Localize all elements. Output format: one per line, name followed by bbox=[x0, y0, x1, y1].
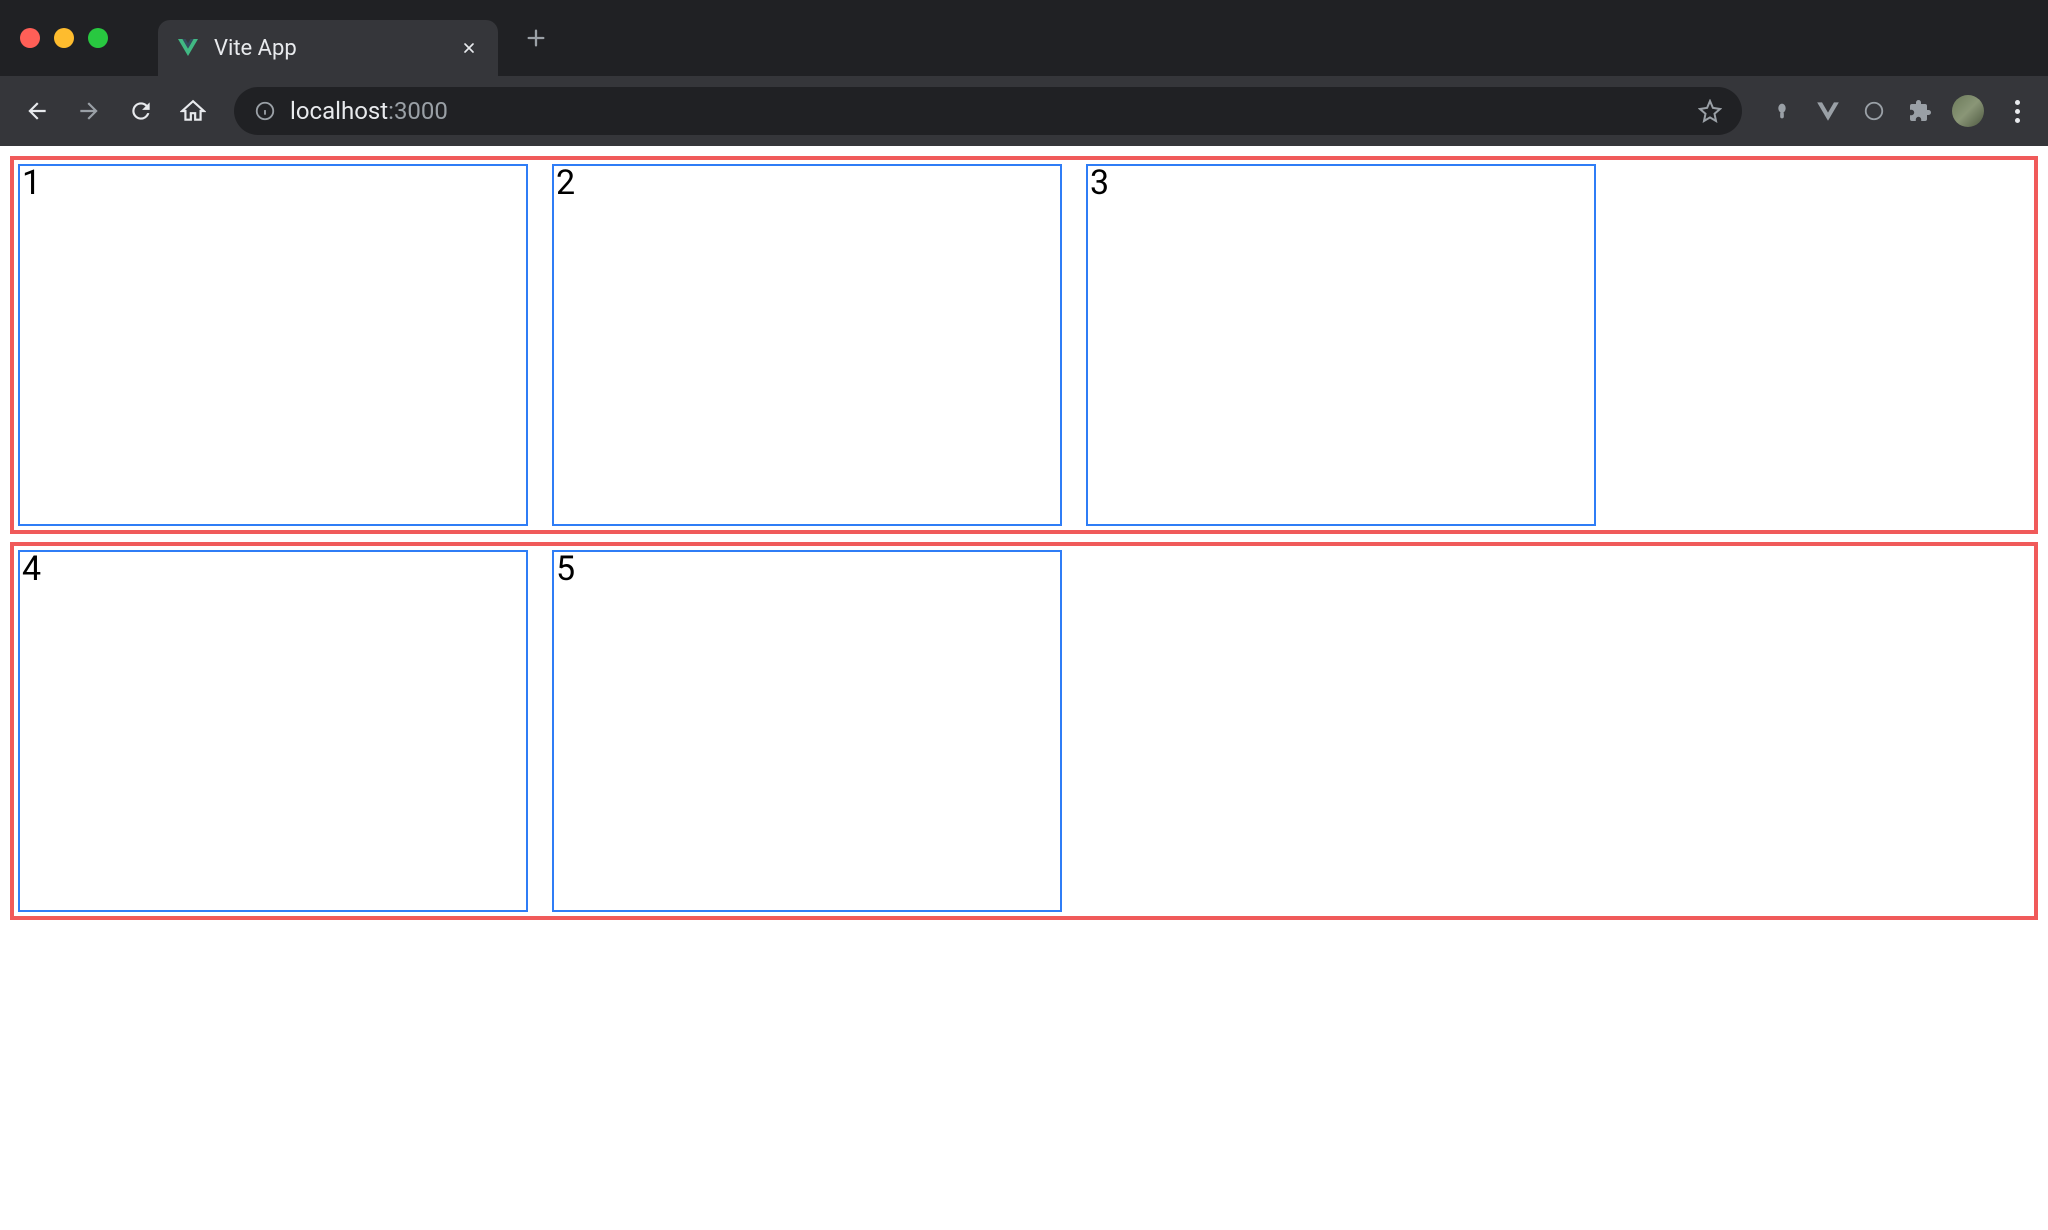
extension-icon-3[interactable] bbox=[1860, 97, 1888, 125]
forward-button[interactable] bbox=[68, 90, 110, 132]
flex-row: 45 bbox=[10, 542, 2038, 920]
new-tab-button[interactable] bbox=[516, 18, 556, 58]
extension-icons bbox=[1768, 95, 2032, 127]
vue-logo-icon bbox=[176, 36, 200, 60]
grid-box: 1 bbox=[18, 164, 528, 526]
window-minimize-button[interactable] bbox=[54, 28, 74, 48]
back-button[interactable] bbox=[16, 90, 58, 132]
home-button[interactable] bbox=[172, 90, 214, 132]
url-port: :3000 bbox=[388, 97, 448, 125]
browser-menu-button[interactable] bbox=[2002, 96, 2032, 126]
tab-title: Vite App bbox=[214, 36, 444, 61]
tab-close-button[interactable] bbox=[458, 37, 480, 59]
extension-icon-1[interactable] bbox=[1768, 97, 1796, 125]
site-info-icon[interactable] bbox=[254, 100, 276, 122]
profile-avatar[interactable] bbox=[1952, 95, 1984, 127]
browser-toolbar: localhost:3000 bbox=[0, 76, 2048, 146]
tab-strip: Vite App bbox=[0, 0, 2048, 76]
grid-box: 4 bbox=[18, 550, 528, 912]
vue-devtools-icon[interactable] bbox=[1814, 97, 1842, 125]
bookmark-star-icon[interactable] bbox=[1698, 99, 1722, 123]
grid-box: 3 bbox=[1086, 164, 1596, 526]
window-close-button[interactable] bbox=[20, 28, 40, 48]
url-host: localhost bbox=[290, 97, 388, 125]
window-maximize-button[interactable] bbox=[88, 28, 108, 48]
grid-box: 5 bbox=[552, 550, 1062, 912]
page-viewport: 12345 bbox=[0, 146, 2048, 1230]
flex-row: 123 bbox=[10, 156, 2038, 534]
window-controls bbox=[20, 28, 108, 48]
grid-box: 2 bbox=[552, 164, 1062, 526]
url-text: localhost:3000 bbox=[290, 97, 448, 125]
browser-chrome: Vite App localh bbox=[0, 0, 2048, 146]
browser-tab-active[interactable]: Vite App bbox=[158, 20, 498, 76]
address-bar[interactable]: localhost:3000 bbox=[234, 87, 1742, 135]
extensions-puzzle-icon[interactable] bbox=[1906, 97, 1934, 125]
reload-button[interactable] bbox=[120, 90, 162, 132]
